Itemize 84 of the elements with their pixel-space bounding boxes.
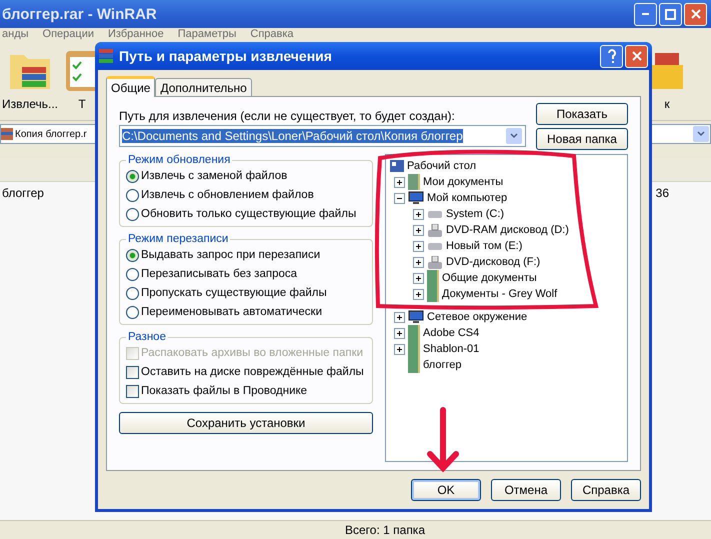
file-name[interactable]: блоггер xyxy=(2,186,44,200)
folder-icon xyxy=(427,270,439,286)
radio-option[interactable]: Пропускать существующие файлы xyxy=(126,285,366,301)
minimize-button[interactable] xyxy=(634,2,657,26)
tree-item[interactable]: DVD-RAM дисковод (D:) xyxy=(446,224,569,236)
radio-option[interactable]: Извлечь с обновлением файлов xyxy=(126,187,366,203)
expander-icon[interactable] xyxy=(394,328,405,338)
toolbar-label[interactable]: Т xyxy=(78,97,86,111)
tree-item[interactable]: Мои документы xyxy=(423,176,504,188)
expander-icon[interactable] xyxy=(394,312,405,322)
table-cell: 36 xyxy=(656,186,669,200)
monitor-icon xyxy=(408,310,424,324)
path-combobox[interactable]: C:\Documents and Settings\Loner\Рабочий стол\Копия блоггер xyxy=(119,125,526,147)
dialog-button[interactable]: Справка xyxy=(571,479,641,501)
drive-icon xyxy=(427,210,443,218)
path-label: Путь для извлечения (если не существует, то будет создан): xyxy=(119,109,456,123)
books-icon xyxy=(99,49,113,63)
close-button[interactable] xyxy=(684,2,707,26)
expander-icon[interactable] xyxy=(413,240,424,252)
tree-item[interactable]: блоггер xyxy=(423,359,462,371)
tree-item[interactable]: Рабочий стол xyxy=(407,160,476,172)
menu-item[interactable]: Избранное xyxy=(108,28,164,41)
tree-item[interactable]: Новый том (E:) xyxy=(446,240,522,252)
toolbar-label[interactable]: Извлечь... xyxy=(2,97,58,111)
checkbox-option[interactable]: Показать файлы в Проводнике xyxy=(126,383,366,399)
tree-item[interactable]: System (C:) xyxy=(446,208,504,220)
expander-icon[interactable] xyxy=(413,256,424,268)
maximize-icon xyxy=(665,8,676,20)
annotation-arrow xyxy=(427,407,459,472)
expander-icon[interactable] xyxy=(413,224,424,236)
folder-icon xyxy=(408,325,420,341)
folder-icon xyxy=(408,357,420,373)
menu-item[interactable]: Параметры xyxy=(178,28,236,41)
dialog-button[interactable]: OK xyxy=(411,479,481,501)
menu-item[interactable]: Справка xyxy=(250,28,294,41)
tree-item[interactable]: Сетевое окружение xyxy=(427,311,528,323)
question-icon xyxy=(608,49,616,63)
dialog-button[interactable]: Показать xyxy=(536,103,628,125)
archive-icon xyxy=(1,128,13,140)
radio-option[interactable]: Извлечь с заменой файлов xyxy=(126,168,366,184)
help-button[interactable] xyxy=(600,44,623,68)
dialog-title: Путь и параметры извлечения xyxy=(119,48,332,64)
save-settings-button[interactable]: Сохранить установки xyxy=(119,412,373,434)
close-button[interactable] xyxy=(625,44,648,68)
group-title: Разное xyxy=(127,331,167,343)
tree-item[interactable]: Adobe CS4 xyxy=(423,327,480,339)
radio-option[interactable]: Перезаписывать без запроса xyxy=(126,266,366,282)
radio-option[interactable]: Переименовывать автоматически xyxy=(126,304,366,320)
expander-icon[interactable] xyxy=(394,344,405,354)
status-text: Всего: 1 папка xyxy=(345,523,425,537)
dialog-button[interactable]: Отмена xyxy=(491,479,561,501)
close-icon xyxy=(690,9,700,19)
window-title: блоггер.rar - WinRAR xyxy=(2,6,157,22)
tree-item[interactable]: DVD-дисковод (F:) xyxy=(446,256,540,268)
expander-icon[interactable] xyxy=(413,208,424,220)
checkbox-option[interactable]: Оставить на диске повреждённые файлы xyxy=(126,364,366,380)
drive-icon xyxy=(427,242,443,250)
folder-icon xyxy=(408,174,420,190)
folder-icon xyxy=(427,286,439,302)
radio-option[interactable]: Выдавать запрос при перезаписи xyxy=(126,247,366,263)
drive-icon xyxy=(427,256,443,268)
expander-icon[interactable] xyxy=(413,272,424,284)
drive-icon xyxy=(427,224,443,236)
expander-icon[interactable] xyxy=(413,288,424,300)
expander-icon[interactable] xyxy=(394,192,405,204)
tab[interactable]: Общие xyxy=(106,76,156,97)
tree-item[interactable]: Мой компьютер xyxy=(427,192,508,204)
menu-item[interactable]: анды xyxy=(2,28,29,41)
radio-option[interactable]: Обновить только существующие файлы xyxy=(126,206,366,222)
menu-item[interactable]: Операции xyxy=(42,28,94,41)
tree-item[interactable]: Документы - Grey Wolf xyxy=(442,288,558,300)
tree-item[interactable]: Shablon-01 xyxy=(423,343,480,355)
tree-item[interactable]: Общие документы xyxy=(442,272,537,284)
expander-icon[interactable] xyxy=(394,176,405,188)
minimize-icon xyxy=(642,13,649,15)
dialog-button[interactable]: Новая папка xyxy=(536,128,628,150)
close-icon xyxy=(632,51,642,61)
toolbar-label[interactable]: к xyxy=(664,97,670,111)
monitor-icon xyxy=(408,191,424,205)
group-title: Режим обновления xyxy=(127,154,232,166)
maximize-button[interactable] xyxy=(659,2,682,26)
group-title: Режим перезаписи xyxy=(127,233,230,245)
desktop-icon xyxy=(390,159,404,173)
tab[interactable]: Дополнительно xyxy=(155,78,252,97)
